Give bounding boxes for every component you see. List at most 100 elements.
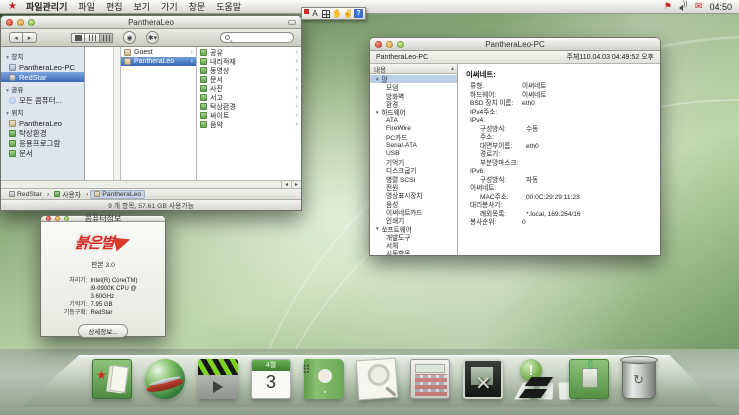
dock-file-manager-icon[interactable] xyxy=(92,359,132,399)
ime-hand-icon[interactable]: ✋ xyxy=(332,9,342,19)
menu-edit[interactable]: 편집 xyxy=(106,0,123,13)
more-info-button[interactable]: 상세정보... xyxy=(78,324,127,338)
search-icon xyxy=(225,35,230,40)
forward-button[interactable]: ▸ xyxy=(23,32,37,43)
user-folder-icon xyxy=(124,58,131,65)
tree-item-fonts[interactable]: 서체 xyxy=(370,241,457,249)
tree-item-hardware[interactable]: 하드웨어 xyxy=(370,108,457,116)
sidebar-item-all-computers[interactable]: 모든 콤퓨터... xyxy=(1,95,84,105)
redstar-logo: 붉은별 xyxy=(75,232,131,253)
quicklook-button[interactable]: ◉ xyxy=(123,31,136,44)
ime-latin-button[interactable]: A xyxy=(310,9,320,19)
column-parent[interactable] xyxy=(85,47,121,180)
sysinfo-header: PantheraLeo-PC 주체110.04.03 04:49:52 오후 xyxy=(370,51,660,64)
tree-item-ata[interactable]: ATA xyxy=(370,116,457,124)
memory-row: 기억기: 7.95 GB xyxy=(46,301,161,309)
menu-help[interactable]: 도움말 xyxy=(216,0,241,13)
security-status-icon[interactable]: ✉ xyxy=(695,1,703,12)
dock: 4월 3 ! xyxy=(92,359,656,399)
dock-system-preferences-icon[interactable] xyxy=(463,359,503,399)
tree-column-header[interactable]: 내용▲ xyxy=(370,64,457,74)
tree-item-firewall[interactable]: 방화벽 xyxy=(370,92,457,100)
documents-folder-icon xyxy=(9,150,16,157)
folder-icon xyxy=(200,112,207,119)
finder-titlebar[interactable]: PantheraLeo xyxy=(1,16,301,29)
menu-clock[interactable]: 04:50 xyxy=(709,2,732,12)
red-star-menu-icon[interactable]: ★ xyxy=(8,1,17,12)
tree-item-scsi[interactable]: 병렬 SCSI xyxy=(370,175,457,183)
dock-stationery-folder-icon[interactable] xyxy=(569,359,609,399)
folder-icon xyxy=(200,121,207,128)
icon-view-button[interactable] xyxy=(71,33,85,43)
dock-web-browser-icon[interactable] xyxy=(145,359,185,399)
tree-item-serialata[interactable]: Serial-ATA xyxy=(370,141,457,149)
disk-icon xyxy=(9,74,16,81)
status-bar: 9 개 항목, 57.61 GB 사용가능 xyxy=(1,199,301,210)
sidebar-item-desktop[interactable]: 탁상환경 xyxy=(1,128,84,138)
list-view-button[interactable] xyxy=(85,33,99,43)
scroll-left-arrow[interactable]: ◂ xyxy=(281,181,291,188)
ime-hand2-icon[interactable]: ✌ xyxy=(343,9,353,19)
tree-item-ethernet-cards[interactable]: 이써네트카드 xyxy=(370,208,457,216)
folder-icon xyxy=(200,67,207,74)
view-switcher[interactable] xyxy=(71,33,113,43)
folder-icon xyxy=(54,191,60,197)
path-segment-disk[interactable]: RedStar xyxy=(6,190,45,199)
network-status-icon[interactable]: ⚑ xyxy=(664,1,672,12)
tree-item-developer[interactable]: 개발도구 xyxy=(370,233,457,241)
about-titlebar[interactable]: 콤퓨터정보 xyxy=(41,216,165,222)
menu-window[interactable]: 창문 xyxy=(189,0,206,13)
dock-calendar-icon[interactable]: 4월 3 xyxy=(251,359,291,399)
tree-item-modem[interactable]: 모뎀 xyxy=(370,83,457,91)
action-button[interactable]: ✱▾ xyxy=(146,31,159,44)
folder-icon xyxy=(200,94,207,101)
dock-address-book-icon[interactable] xyxy=(304,359,344,399)
menu-app[interactable]: 파일관리기 xyxy=(26,0,67,13)
sysinfo-titlebar[interactable]: PantheraLeo-PC xyxy=(370,38,660,51)
ethernet-heading: 이써네트: xyxy=(466,69,652,80)
list-item-guest[interactable]: Guest› xyxy=(121,48,196,57)
tree-item-usb[interactable]: USB xyxy=(370,150,457,158)
tree-item-pccard[interactable]: PC카드 xyxy=(370,133,457,141)
back-button[interactable]: ◂ xyxy=(9,32,23,43)
menu-view[interactable]: 보기 xyxy=(134,0,151,13)
path-segment-users[interactable]: 사용자 xyxy=(51,190,84,199)
dock-video-player-icon[interactable] xyxy=(198,359,238,399)
volume-icon[interactable] xyxy=(679,3,688,11)
sidebar-item-home[interactable]: PantheraLeo xyxy=(1,118,84,128)
list-item-pantheraleo[interactable]: PantheraLeo› xyxy=(121,57,196,66)
path-separator: › xyxy=(86,191,88,198)
tree-item-startup[interactable]: 시동항목 xyxy=(370,249,457,255)
dock-trash-icon[interactable] xyxy=(622,359,656,399)
sidebar-item-applications[interactable]: 응용프로그람 xyxy=(1,138,84,148)
logo-wing-icon xyxy=(114,234,133,251)
dock-preview-icon[interactable] xyxy=(356,358,399,401)
sidebar-item-redstar[interactable]: RedStar xyxy=(1,72,84,82)
tree-item-software[interactable]: 쏘프트웨어 xyxy=(370,224,457,232)
list-item-music[interactable]: 음악› xyxy=(197,120,301,129)
menu-bar: ★ 파일관리기 파일 편집 보기 가기 창문 도움말 ⚑ ✉ 04:50 xyxy=(0,0,739,14)
toolbar-toggle-button[interactable] xyxy=(288,20,296,25)
dock-calculator-icon[interactable] xyxy=(410,359,450,399)
sidebar-item-computer[interactable]: PantheraLeo-PC xyxy=(1,62,84,72)
disk-icon xyxy=(9,191,15,197)
ime-grid-icon[interactable] xyxy=(321,9,331,19)
column-scrollbar[interactable] xyxy=(113,47,120,180)
scroll-right-arrow[interactable]: ▸ xyxy=(291,181,301,188)
tree-item-firewire[interactable]: FireWire xyxy=(370,125,457,133)
column-view-button[interactable] xyxy=(99,33,113,43)
search-field[interactable] xyxy=(220,32,294,43)
sidebar-item-documents[interactable]: 문서 xyxy=(1,148,84,158)
ime-help-button[interactable]: ? xyxy=(354,9,363,18)
horizontal-scrollbar[interactable]: ◂ ▸ xyxy=(1,180,301,188)
sort-arrow-icon: ▲ xyxy=(450,66,457,72)
dock-software-installer-icon[interactable]: ! xyxy=(516,359,556,399)
tree-item-network[interactable]: 망 xyxy=(370,75,457,83)
tree-item-graphics[interactable]: 영상표시장치 xyxy=(370,191,457,199)
path-segment-home[interactable]: PantheraLeo xyxy=(90,190,145,199)
menu-go[interactable]: 가기 xyxy=(161,0,178,13)
menu-file[interactable]: 파일 xyxy=(78,0,95,13)
input-method-toolbar[interactable]: A ✋ ✌ ? xyxy=(301,7,366,20)
sysinfo-window-title: PantheraLeo-PC xyxy=(370,40,660,49)
report-datetime: 주체110.04.03 04:49:52 오후 xyxy=(566,52,654,62)
